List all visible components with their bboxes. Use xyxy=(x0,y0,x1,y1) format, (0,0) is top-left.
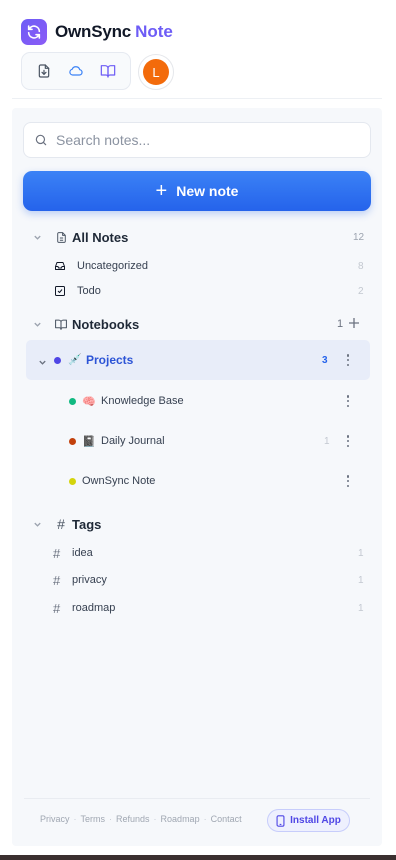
add-notebook-icon[interactable] xyxy=(348,316,360,334)
refunds-link[interactable]: Refunds xyxy=(116,814,150,824)
brand-name: OwnSync xyxy=(55,22,132,41)
brand-accent: Note xyxy=(135,22,173,41)
notebook-label: Daily Journal xyxy=(101,435,165,447)
notebook-count: 1 xyxy=(324,436,330,447)
tag-count: 1 xyxy=(358,602,364,614)
hash-icon: # xyxy=(53,572,61,588)
notebook-label: Knowledge Base xyxy=(101,395,184,407)
notebook-item-ownsync-note[interactable]: OwnSync Note xyxy=(12,473,382,491)
smartphone-icon xyxy=(276,814,285,827)
notebook-item-daily-journal[interactable]: 📓 Daily Journal 1 xyxy=(12,433,382,451)
cloud-icon[interactable] xyxy=(62,57,90,85)
footer-links: Privacy · Terms · Refunds · Roadmap · Co… xyxy=(40,814,242,824)
hash-icon: # xyxy=(53,600,61,616)
tags-label: Tags xyxy=(72,516,102,532)
plus-icon: + xyxy=(155,180,168,202)
footer-separator: · xyxy=(153,814,157,824)
book-icon xyxy=(54,317,68,331)
contact-link[interactable]: Contact xyxy=(211,814,242,824)
chevron-down-icon[interactable] xyxy=(32,232,42,242)
section-tags[interactable]: # Tags xyxy=(12,516,382,532)
search-placeholder: Search notes... xyxy=(56,132,151,148)
book-open-icon[interactable] xyxy=(94,57,122,85)
header-toolbar xyxy=(21,52,131,90)
tag-label: privacy xyxy=(72,574,107,586)
more-vertical-icon[interactable] xyxy=(346,354,350,366)
notebook-count: 3 xyxy=(322,355,328,366)
list-item-label: Uncategorized xyxy=(77,260,148,272)
notebook-emoji-icon: 📓 xyxy=(82,436,96,448)
tag-count: 1 xyxy=(358,574,364,586)
section-notebooks[interactable]: Notebooks 1 xyxy=(12,316,382,332)
notebook-item-knowledge-base[interactable]: 🧠 Knowledge Base xyxy=(12,393,382,411)
footer-separator: · xyxy=(203,814,207,824)
chevron-down-icon[interactable] xyxy=(32,519,42,529)
chevron-down-icon[interactable] xyxy=(37,357,47,367)
footer-separator: · xyxy=(109,814,113,824)
header-divider xyxy=(12,98,382,99)
tag-item-privacy[interactable]: # privacy 1 xyxy=(12,572,382,588)
new-note-label: New note xyxy=(176,183,239,199)
tag-item-idea[interactable]: # idea 1 xyxy=(12,545,382,561)
notebook-color-dot xyxy=(69,478,76,485)
hash-icon: # xyxy=(53,545,61,561)
app-header: OwnSync Note L xyxy=(0,0,396,100)
install-app-label: Install App xyxy=(290,815,341,826)
notebook-label: OwnSync Note xyxy=(82,475,156,487)
list-item-label: Todo xyxy=(77,285,101,297)
sync-logo-icon xyxy=(21,19,47,45)
file-download-icon[interactable] xyxy=(30,57,58,85)
window-bottom-edge xyxy=(0,855,396,860)
more-vertical-icon[interactable] xyxy=(346,435,350,447)
new-note-button[interactable]: + New note xyxy=(23,171,371,211)
user-avatar-button[interactable]: L xyxy=(138,54,174,90)
sidebar: Search notes... + New note All Notes 12 … xyxy=(12,108,382,846)
notebooks-count: 1 xyxy=(337,318,344,330)
checkbox-icon xyxy=(53,284,67,298)
hash-icon: # xyxy=(57,516,65,532)
notebook-color-dot xyxy=(69,398,76,405)
more-vertical-icon[interactable] xyxy=(346,395,350,407)
document-icon xyxy=(54,230,68,244)
list-item-uncategorized[interactable]: Uncategorized 8 xyxy=(12,258,382,274)
tag-label: idea xyxy=(72,547,93,559)
avatar: L xyxy=(143,59,169,85)
search-input[interactable]: Search notes... xyxy=(23,122,371,158)
all-notes-label: All Notes xyxy=(72,229,129,245)
notebook-label: Projects xyxy=(86,353,134,367)
syringe-emoji-icon: 💉 xyxy=(68,354,82,366)
brand[interactable]: OwnSync Note xyxy=(21,19,173,45)
tag-count: 1 xyxy=(358,547,364,559)
brain-emoji-icon: 🧠 xyxy=(82,396,96,408)
all-notes-count: 12 xyxy=(353,231,365,243)
install-app-button[interactable]: Install App xyxy=(267,809,350,832)
notebook-color-dot xyxy=(54,357,61,364)
inbox-icon xyxy=(53,259,67,273)
tag-item-roadmap[interactable]: # roadmap 1 xyxy=(12,600,382,616)
tag-label: roadmap xyxy=(72,602,116,614)
roadmap-link[interactable]: Roadmap xyxy=(161,814,200,824)
list-item-count: 8 xyxy=(358,260,364,272)
terms-link[interactable]: Terms xyxy=(81,814,106,824)
list-item-todo[interactable]: Todo 2 xyxy=(12,283,382,299)
privacy-link[interactable]: Privacy xyxy=(40,814,70,824)
more-vertical-icon[interactable] xyxy=(346,475,350,487)
notebooks-label: Notebooks xyxy=(72,316,140,332)
search-icon xyxy=(35,134,47,146)
notebook-color-dot xyxy=(69,438,76,445)
footer-separator: · xyxy=(73,814,77,824)
footer-divider xyxy=(24,798,370,799)
chevron-down-icon[interactable] xyxy=(32,319,42,329)
list-item-count: 2 xyxy=(358,285,364,297)
section-all-notes[interactable]: All Notes 12 xyxy=(12,229,382,245)
